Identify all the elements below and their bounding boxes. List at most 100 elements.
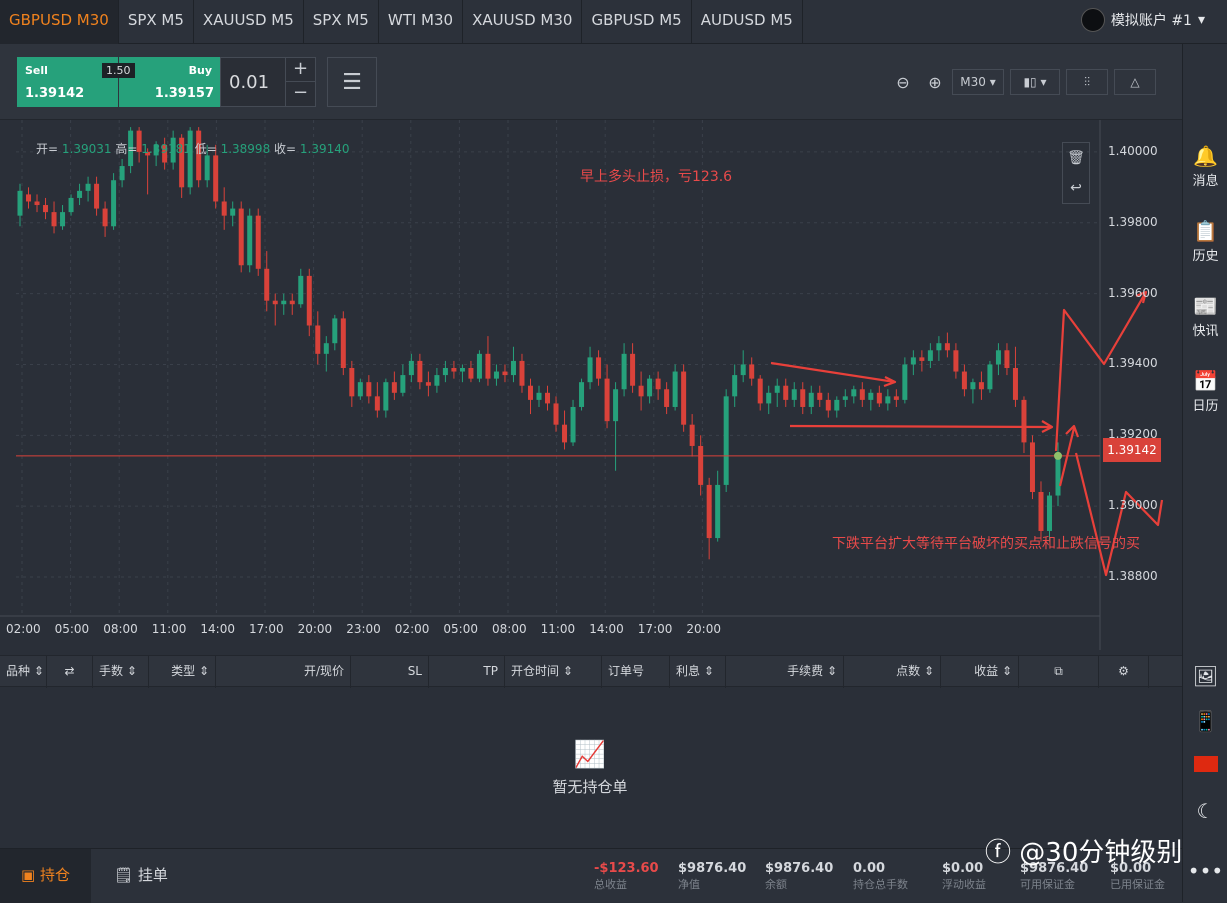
- column-header[interactable]: 开仓时间 ⇕: [505, 656, 602, 688]
- lot-stepper[interactable]: 0.01 + −: [220, 57, 316, 107]
- candle-body: [919, 357, 925, 361]
- zoom-in-button[interactable]: ⊕: [922, 69, 948, 95]
- candlestick-chart[interactable]: [0, 120, 1182, 650]
- drawing-tools-button[interactable]: △: [1114, 69, 1156, 95]
- tab-symbol[interactable]: GBPUSD M5: [582, 0, 692, 44]
- sidebar-item-language[interactable]: [1183, 756, 1227, 776]
- candle-body: [604, 378, 610, 422]
- column-header[interactable]: 订单号: [602, 656, 670, 688]
- timeframe-select[interactable]: M30 ▾: [952, 69, 1004, 95]
- candle-body: [221, 201, 227, 216]
- candle-body: [732, 375, 738, 397]
- column-header[interactable]: 点数 ⇕: [844, 656, 941, 688]
- column-header[interactable]: TP: [429, 656, 505, 688]
- column-header[interactable]: 手数 ⇕: [93, 656, 149, 688]
- lot-increase-button[interactable]: +: [285, 58, 315, 82]
- candle-body: [961, 371, 967, 390]
- account-label: 模拟账户 #1: [1110, 13, 1192, 29]
- gear-icon[interactable]: ⚙: [1099, 656, 1149, 688]
- candle-body: [102, 208, 108, 227]
- open-label: 开=: [36, 142, 59, 156]
- y-axis-tick-label: 1.39200: [1108, 427, 1158, 442]
- candle-body: [17, 190, 23, 216]
- candle-body: [953, 350, 959, 372]
- tab-orders[interactable]: 🗒 挂单: [114, 849, 168, 903]
- trash-icon[interactable]: 🗑: [1067, 150, 1085, 166]
- column-header[interactable]: SL: [351, 656, 429, 688]
- sidebar-item-screenshot[interactable]: 🖼: [1183, 664, 1227, 690]
- column-header[interactable]: 利息 ⇕: [670, 656, 726, 688]
- candle-body: [596, 357, 602, 379]
- candle-body: [740, 364, 746, 376]
- candle-body: [417, 360, 423, 383]
- column-header[interactable]: 开/现价: [216, 656, 351, 688]
- tab-positions[interactable]: ▣ 持仓: [0, 849, 91, 903]
- current-price-tag: 1.39142: [1103, 438, 1161, 462]
- candle-body: [808, 392, 814, 407]
- tab-symbol[interactable]: SPX M5: [119, 0, 194, 44]
- lot-input[interactable]: 0.01: [229, 72, 269, 93]
- tab-symbol[interactable]: XAUUSD M30: [463, 0, 583, 44]
- column-header[interactable]: 收益 ⇕: [941, 656, 1019, 688]
- candle-body: [374, 396, 380, 411]
- column-header-label: 品种: [6, 664, 31, 678]
- candle-body: [893, 396, 899, 400]
- candle-body: [1055, 456, 1061, 496]
- stat-label: 持仓总手数: [853, 878, 908, 891]
- tab-symbol[interactable]: WTI M30: [379, 0, 464, 44]
- price-chart[interactable]: 开= 1.39031 高= 1.39181 低= 1.38998 收= 1.39…: [0, 120, 1182, 650]
- candle-body: [26, 194, 32, 202]
- candle-body: [749, 364, 755, 379]
- stat-label: 可用保证金: [1020, 878, 1075, 891]
- spread-badge: 1.50: [102, 63, 135, 78]
- lot-decrease-button[interactable]: −: [285, 82, 315, 106]
- sidebar-item-news[interactable]: 📰 快讯: [1183, 294, 1227, 339]
- candle-body: [859, 389, 865, 400]
- sidebar-item-more[interactable]: •••: [1183, 859, 1227, 885]
- tab-symbol[interactable]: AUDUSD M5: [692, 0, 803, 44]
- list-icon: ☰: [342, 69, 362, 95]
- candle-body: [902, 364, 908, 400]
- sidebar-item-calendar[interactable]: 📅 日历: [1183, 369, 1227, 414]
- positions-icon: ▣: [21, 866, 36, 884]
- column-header[interactable]: 品种 ⇕: [0, 656, 47, 688]
- open-value: 1.39031: [61, 142, 112, 156]
- columns-icon[interactable]: ⧉: [1019, 656, 1099, 688]
- candle-body: [579, 382, 585, 407]
- swap-icon[interactable]: ⇄: [47, 656, 93, 688]
- low-label: 低=: [194, 142, 217, 156]
- x-axis-tick-label: 23:00: [346, 622, 381, 636]
- y-axis-tick-label: 1.39800: [1108, 214, 1158, 229]
- column-header-label: 收益: [974, 664, 999, 678]
- zoom-out-button[interactable]: ⊖: [890, 69, 916, 95]
- sidebar-item-mobile[interactable]: 📱: [1183, 709, 1227, 735]
- indicators-button[interactable]: ⫶⫶: [1066, 69, 1108, 95]
- candle-body: [766, 392, 772, 404]
- candle-body: [315, 325, 321, 354]
- sidebar-item-theme[interactable]: ☾: [1183, 799, 1227, 825]
- chart-type-select[interactable]: ▮▯ ▾: [1010, 69, 1060, 95]
- x-axis-tick-label: 02:00: [6, 622, 41, 636]
- column-header[interactable]: 类型 ⇕: [149, 656, 216, 688]
- sidebar-item-messages[interactable]: 🔔 消息: [1183, 144, 1227, 189]
- candle-body: [247, 215, 253, 266]
- order-list-button[interactable]: ☰: [327, 57, 377, 107]
- account-selector[interactable]: 模拟账户 #1 ▾: [1080, 8, 1205, 32]
- sort-icon: ⇕: [559, 664, 573, 678]
- candle-body: [264, 268, 270, 301]
- candle-body: [357, 382, 363, 397]
- candle-body: [306, 275, 312, 326]
- candle-body: [791, 389, 797, 400]
- candle-body: [689, 424, 695, 446]
- candle-body: [1038, 492, 1044, 531]
- undo-icon[interactable]: ↩: [1070, 180, 1082, 196]
- column-header[interactable]: 手续费 ⇕: [726, 656, 844, 688]
- tab-symbol[interactable]: GBPUSD M30: [0, 0, 119, 44]
- empty-state: 📈 暂无持仓单: [540, 740, 640, 797]
- candle-body: [800, 389, 806, 407]
- positions-table-header: 品种 ⇕ ⇄ 手数 ⇕ 类型 ⇕ 开/现价 SL TP 开仓时间 ⇕ 订单号 利息 ⇕ 手续费 ⇕ 点…: [0, 655, 1182, 688]
- tab-symbol[interactable]: SPX M5: [304, 0, 379, 44]
- tab-symbol[interactable]: XAUUSD M5: [194, 0, 304, 44]
- y-axis-tick-label: 1.38800: [1108, 569, 1158, 584]
- sidebar-item-history[interactable]: 📋 历史: [1183, 219, 1227, 264]
